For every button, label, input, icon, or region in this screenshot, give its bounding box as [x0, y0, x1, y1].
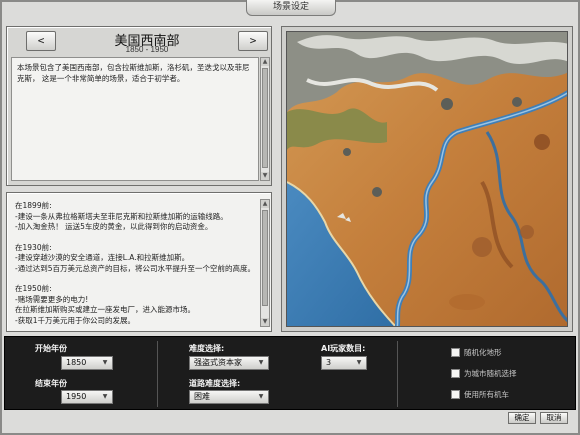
chevron-down-icon: ▼: [356, 359, 362, 366]
description-scrollbar[interactable]: ▲ ▼: [260, 57, 270, 181]
goal-line: -加入淘金热！ 运送5车皮的黄金，以此得到你的启动资金。: [15, 222, 213, 231]
arrow-up-icon[interactable]: ▲: [261, 58, 269, 66]
start-year-label: 开始年份: [35, 344, 67, 353]
chevron-down-icon: ▼: [102, 359, 108, 366]
map-preview: [286, 31, 568, 327]
chevron-down-icon: ▼: [258, 359, 264, 366]
terrain-map-image: [287, 32, 567, 326]
chevron-down-icon: ▼: [102, 393, 108, 400]
ai-players-value: 3: [326, 358, 332, 367]
goal-line: -赌场需要更多的电力!: [15, 294, 89, 304]
random-cities-label: 为城市随机选择: [464, 369, 517, 378]
all-locomotives-checkbox[interactable]: [451, 390, 460, 399]
next-scenario-button[interactable]: >: [238, 31, 268, 51]
random-cities-checkbox[interactable]: [451, 369, 460, 378]
ok-button[interactable]: 确定: [508, 412, 536, 424]
track-difficulty-dropdown[interactable]: 困难 ▼: [189, 390, 269, 404]
random-terrain-label: 随机化地形: [464, 348, 502, 357]
difficulty-dropdown[interactable]: 强盗式资本家 ▼: [189, 356, 269, 370]
goal-block: 在1899前: -建设一条从弗拉格斯塔夫至菲尼克斯和拉斯维加斯的运输线路。 -加…: [15, 201, 261, 233]
goal-heading: 在1950前:: [15, 284, 52, 293]
scenario-description: 本场景包含了美国西南部，包含拉斯维加斯，洛杉矶，圣迭戈以及菲尼克斯， 这是一个非…: [11, 57, 259, 181]
cancel-button[interactable]: 取消: [540, 412, 568, 424]
ai-players-dropdown[interactable]: 3 ▼: [321, 356, 367, 370]
all-locomotives-label: 使用所有机车: [464, 390, 509, 399]
scenario-panel: < 美国西南部 1850 - 1950 > 本场景包含了美国西南部，包含拉斯维加…: [6, 26, 272, 186]
difficulty-label: 难度选择:: [189, 344, 225, 353]
goals-scrollbar[interactable]: ▲ ▼: [260, 199, 270, 327]
previous-scenario-button[interactable]: <: [26, 31, 56, 51]
goal-block: 在1930前: -建设穿越沙漠的安全通道，连接L.A.和拉斯维加斯。 -通过达到…: [15, 243, 261, 275]
end-year-label: 结束年份: [35, 379, 67, 388]
window-title: 场景设定: [246, 0, 336, 16]
scroll-thumb[interactable]: [262, 210, 268, 306]
end-year-value: 1950: [66, 392, 87, 401]
goal-block: 在1950前: -赌场需要更多的电力! 在拉斯维加斯购买或建立一座发电厂，进入能…: [15, 284, 261, 326]
track-difficulty-label: 道路难度选择:: [189, 379, 241, 388]
goal-heading: 在1930前:: [15, 242, 52, 252]
ai-players-label: AI玩家数目:: [321, 344, 366, 353]
column-divider: [397, 341, 398, 407]
goal-line: -建设一条从弗拉格斯塔夫至菲尼克斯和拉斯维加斯的运输线路。: [15, 211, 228, 221]
arrow-down-icon[interactable]: ▼: [261, 318, 269, 326]
goal-line: -获取1千万美元用于你公司的发展。: [15, 315, 135, 325]
track-difficulty-value: 困难: [194, 392, 210, 401]
goals-panel: 在1899前: -建设一条从弗拉格斯塔夫至菲尼克斯和拉斯维加斯的运输线路。 -加…: [6, 192, 272, 332]
goals-text: 在1899前: -建设一条从弗拉格斯塔夫至菲尼克斯和拉斯维加斯的运输线路。 -加…: [15, 201, 261, 329]
goal-line: -通过达到5百万美元总资产的目标，将公司水平提升至一个空前的高度。: [15, 263, 255, 273]
game-settings-bar: 开始年份 1850 ▼ 结束年份 1950 ▼ 难度选择: 强盗式资本家 ▼ 道…: [4, 336, 576, 410]
goal-line: 在拉斯维加斯购买或建立一座发电厂，进入能源市场。: [15, 305, 195, 314]
goal-line: -建设穿越沙漠的安全通道，连接L.A.和拉斯维加斯。: [15, 253, 190, 262]
start-year-value: 1850: [66, 358, 87, 367]
map-preview-frame: [281, 26, 573, 332]
scroll-thumb[interactable]: [262, 68, 268, 168]
chevron-down-icon: ▼: [258, 393, 264, 400]
difficulty-value: 强盗式资本家: [194, 358, 242, 367]
end-year-dropdown[interactable]: 1950 ▼: [61, 390, 113, 404]
scenario-header: < 美国西南部 1850 - 1950 >: [7, 27, 271, 57]
goal-heading: 在1899前:: [15, 201, 52, 210]
column-divider: [157, 341, 158, 407]
random-terrain-checkbox[interactable]: [451, 348, 460, 357]
scenario-years: 1850 - 1950: [125, 45, 169, 54]
arrow-down-icon[interactable]: ▼: [261, 172, 269, 180]
arrow-up-icon[interactable]: ▲: [261, 200, 269, 208]
start-year-dropdown[interactable]: 1850 ▼: [61, 356, 113, 370]
